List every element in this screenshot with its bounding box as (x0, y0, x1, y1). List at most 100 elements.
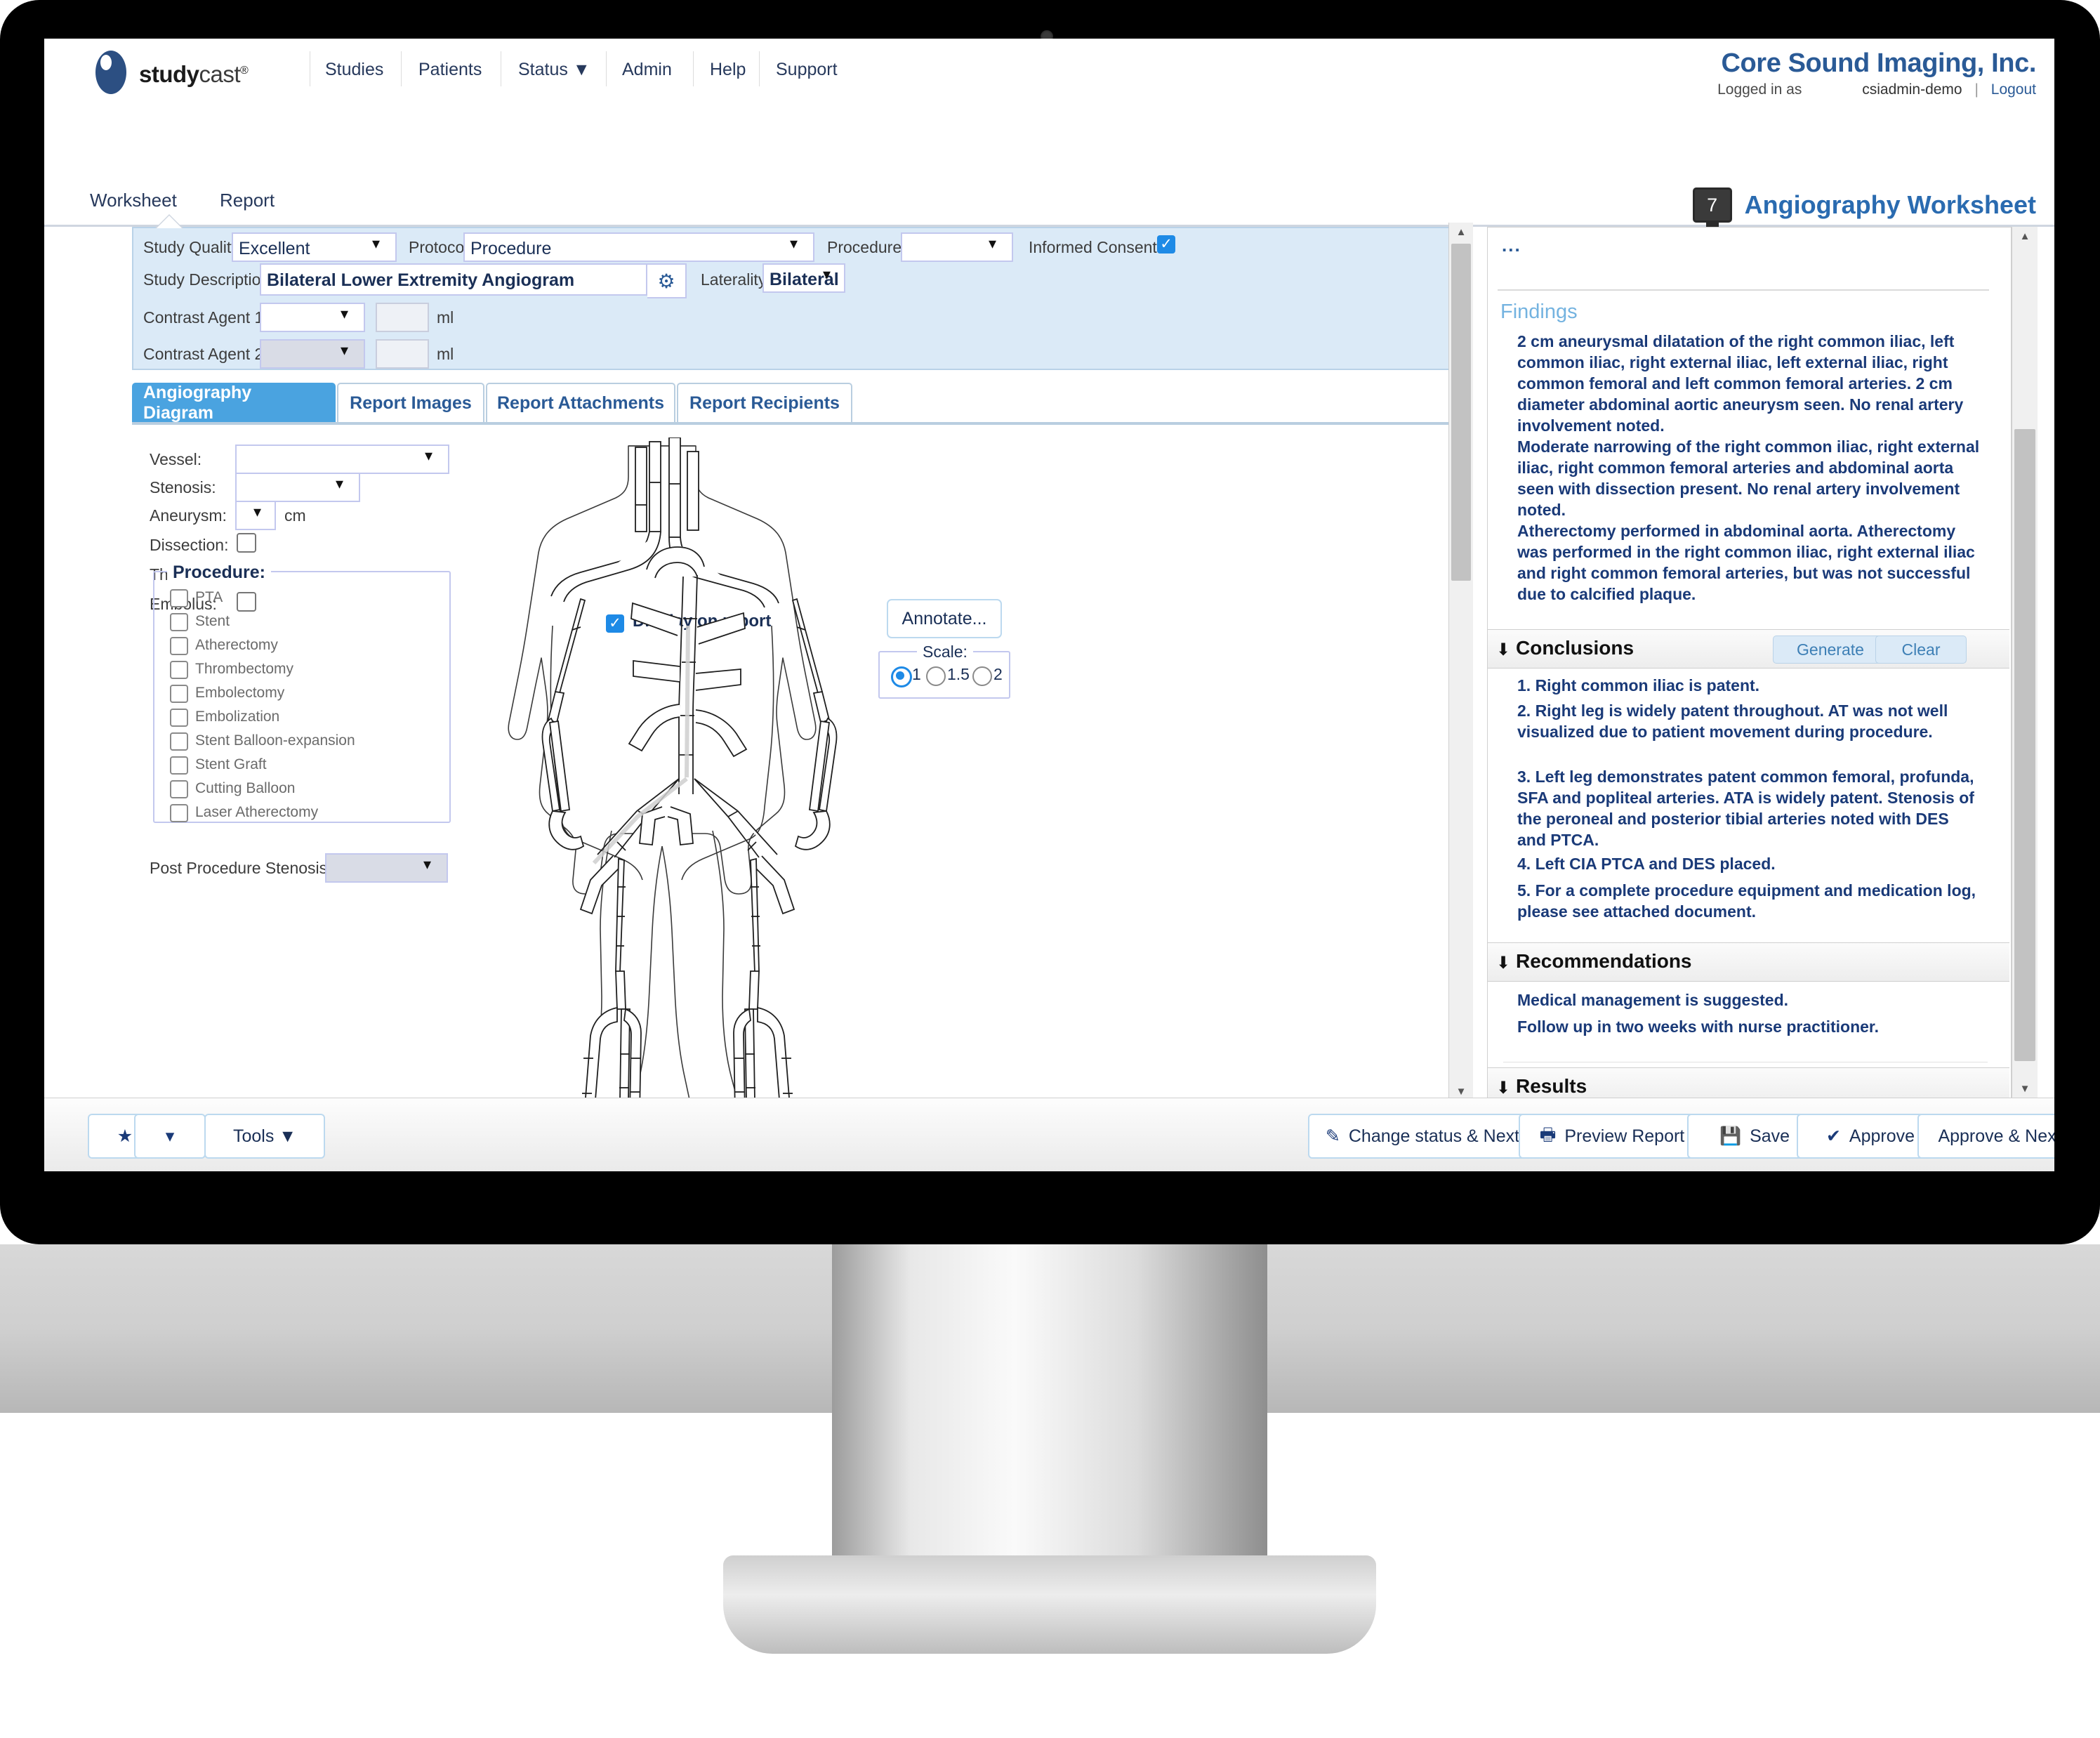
subtab-active-caret (157, 216, 182, 228)
laterality-label: Laterality (701, 270, 767, 289)
scroll-up-arrow[interactable]: ▲ (2012, 227, 2038, 245)
conclusion-item-3: 3. Left leg demonstrates patent common f… (1517, 768, 1974, 849)
findings-heading: Findings (1500, 301, 1578, 323)
nav-divider (401, 51, 402, 86)
logout-link[interactable]: Logout (1991, 81, 2036, 98)
report-preview-pane: ... Findings 2 cm aneurysmal dilatation … (1487, 227, 2012, 1099)
protocol-select[interactable]: Procedure (463, 232, 814, 262)
brand-tm: ® (240, 65, 249, 77)
collapse-arrow-icon[interactable]: ⬇ (1496, 1078, 1510, 1098)
scroll-thumb[interactable] (2014, 429, 2035, 1061)
procedure-checkbox-thrombectomy[interactable] (170, 661, 188, 679)
favorite-dropdown-button[interactable]: ▾ (134, 1114, 206, 1159)
procedure-checkbox-stent[interactable] (170, 613, 188, 631)
scroll-down-arrow[interactable]: ▼ (2012, 1079, 2038, 1098)
preview-report-label: Preview Report (1564, 1126, 1685, 1146)
stenosis-select[interactable] (235, 473, 360, 502)
preview-report-button[interactable]: 🖶 Preview Report (1519, 1114, 1705, 1159)
scroll-thumb[interactable] (1451, 244, 1471, 581)
tab-report-recipients[interactable]: Report Recipients (677, 383, 852, 422)
scale-radio-1[interactable] (891, 666, 912, 687)
procedure-checkbox-stent-graft[interactable] (170, 756, 188, 775)
conclusion-item-5: 5. For a complete procedure equipment an… (1517, 881, 1976, 921)
procedure-checkbox-pta[interactable] (170, 589, 188, 607)
conclusions-section-header[interactable]: ⬇ Conclusions Generate Clear (1488, 629, 2009, 669)
procedure-select[interactable] (901, 232, 1013, 262)
procedure-label-laser-atherectomy: Laser Atherectomy (195, 804, 319, 820)
worksheet-scrollbar[interactable]: ▲ ▼ (1448, 223, 1473, 1100)
worksheet-count-badge: 7 (1692, 187, 1732, 229)
nav-item-help[interactable]: Help (710, 60, 746, 80)
scroll-up-arrow[interactable]: ▲ (1449, 223, 1473, 241)
report-ellipsis: ... (1502, 235, 1521, 256)
nav-item-admin[interactable]: Admin (622, 60, 672, 80)
subtab-report[interactable]: Report (220, 190, 275, 211)
approve-next-button[interactable]: Approve & Next (1917, 1114, 2054, 1159)
dissection-label: Dissection: (150, 536, 229, 554)
account-header: Core Sound Imaging, Inc. Logged in as cs… (1717, 48, 2036, 98)
clear-conclusions-button[interactable]: Clear (1875, 636, 1967, 664)
scale-label-1: 1 (912, 665, 921, 683)
collapse-arrow-icon[interactable]: ⬇ (1496, 640, 1510, 660)
aneurysm-label: Aneurysm: (150, 506, 227, 525)
collapse-arrow-icon[interactable]: ⬇ (1496, 953, 1510, 973)
generate-conclusions-button[interactable]: Generate (1773, 636, 1888, 664)
check-icon: ✔ (1825, 1126, 1841, 1146)
aneurysm-unit: cm (284, 506, 306, 525)
procedure-label: Procedure (827, 238, 902, 256)
conclusion-item-2: 2. Right leg is widely patent throughout… (1517, 702, 1948, 741)
recommendations-title: Recommendations (1516, 950, 1692, 972)
procedure-checkbox-cutting-balloon[interactable] (170, 780, 188, 798)
nav-item-support[interactable]: Support (776, 60, 838, 80)
procedure-checkbox-embolization[interactable] (170, 709, 188, 727)
studycast-logo-icon (95, 51, 126, 94)
vessel-select[interactable] (235, 445, 449, 474)
procedure-checkbox-atherectomy[interactable] (170, 637, 188, 655)
aneurysm-select[interactable] (235, 501, 276, 530)
procedure-checkbox-embolectomy[interactable] (170, 685, 188, 703)
procedure-checkbox-stent-balloon-expansion[interactable] (170, 732, 188, 751)
scale-radio-2[interactable] (972, 666, 992, 686)
procedure-label-atherectomy: Atherectomy (195, 637, 278, 653)
nav-divider (606, 51, 607, 86)
pencil-icon: ✎ (1325, 1126, 1340, 1146)
angiography-body-diagram[interactable] (437, 437, 887, 1112)
tools-button[interactable]: Tools ▼ (204, 1114, 325, 1159)
subtab-worksheet[interactable]: Worksheet (90, 190, 177, 211)
chevron-down-icon: ▾ (165, 1126, 175, 1146)
report-scrollbar[interactable]: ▲ ▼ (2012, 227, 2038, 1098)
results-section-header[interactable]: ⬇ Results (1488, 1067, 2009, 1098)
scale-radio-1-5[interactable] (926, 666, 946, 686)
stenosis-label: Stenosis: (150, 478, 216, 496)
laterality-select[interactable]: Bilateral (762, 263, 845, 293)
post-procedure-stenosis-select[interactable] (325, 853, 448, 883)
recommendations-section-header[interactable]: ⬇ Recommendations (1488, 942, 2009, 982)
annotate-button[interactable]: Annotate... (887, 599, 1002, 638)
tab-report-attachments[interactable]: Report Attachments (486, 383, 675, 422)
findings-paragraph-3: Atherectomy performed in abdominal aorta… (1517, 522, 1975, 603)
gear-icon[interactable]: ⚙ (647, 263, 687, 298)
nav-item-status[interactable]: Status ▼ (518, 60, 590, 80)
protocol-label: Protocol (409, 238, 468, 256)
floppy-disk-icon: 💾 (1719, 1126, 1742, 1146)
tab-angiography-diagram[interactable]: Angiography Diagram (132, 383, 336, 423)
contrast-agent-2-select[interactable] (260, 339, 365, 369)
contrast-agent-1-unit: ml (437, 308, 454, 327)
approve-label: Approve (1849, 1126, 1915, 1146)
worksheet-title-row: 7 Angiography Worksheet (1692, 187, 2036, 229)
study-description-input[interactable]: Bilateral Lower Extremity Angiogram (260, 263, 647, 296)
procedure-checkbox-laser-atherectomy[interactable] (170, 804, 188, 822)
contrast-agent-1-amount-input[interactable] (376, 303, 429, 332)
contrast-agent-1-select[interactable] (260, 303, 365, 332)
study-quality-select[interactable]: Excellent (232, 232, 397, 262)
nav-divider (693, 51, 694, 86)
procedure-label-thrombectomy: Thrombectomy (195, 661, 294, 677)
informed-consent-checkbox[interactable]: ✓ (1157, 235, 1175, 254)
change-status-next-button[interactable]: ✎ Change status & Next (1308, 1114, 1537, 1159)
tab-report-images[interactable]: Report Images (337, 383, 484, 422)
nav-item-studies[interactable]: Studies (325, 60, 383, 80)
contrast-agent-2-amount-input[interactable] (376, 339, 429, 369)
nav-divider (759, 51, 760, 86)
dissection-checkbox[interactable] (237, 533, 256, 553)
nav-item-patients[interactable]: Patients (418, 60, 482, 80)
